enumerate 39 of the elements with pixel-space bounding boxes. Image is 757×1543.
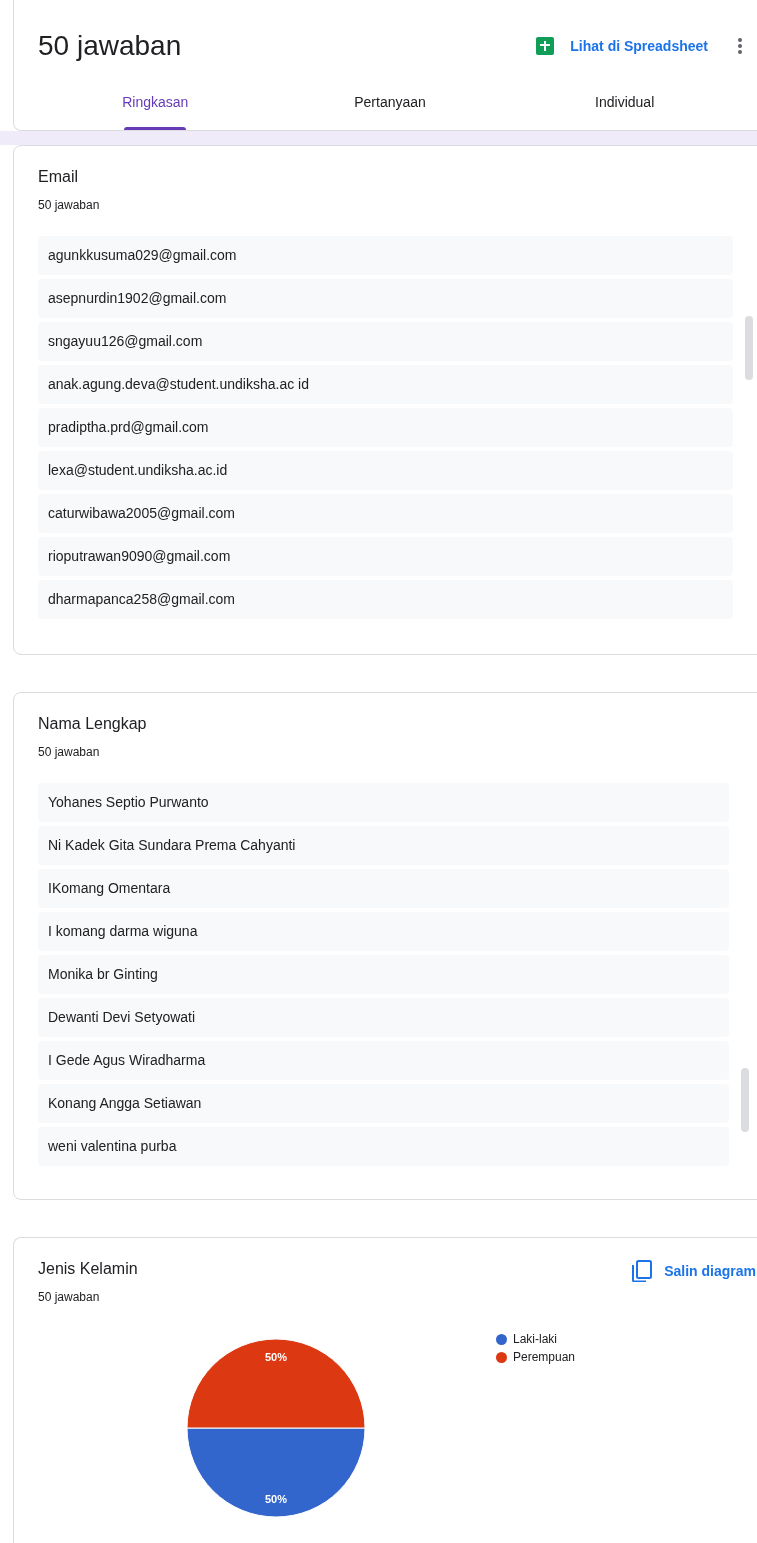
tab[interactable]: Individual (507, 92, 742, 130)
answer-row: dharmapanca258@gmail.com (38, 580, 733, 619)
answer-row: Yohanes Septio Purwanto (38, 783, 729, 822)
slice-label: 50% (265, 1351, 287, 1363)
answer-row: weni valentina purba (38, 1127, 729, 1166)
scrollbar-thumb[interactable] (745, 316, 753, 380)
answer-row: pradiptha.prd@gmail.com (38, 408, 733, 447)
copy-chart-button[interactable]: Salin diagram (632, 1260, 756, 1282)
more-options-icon[interactable] (738, 38, 742, 54)
legend-label: Laki-laki (513, 1332, 557, 1346)
answer-row: agunkkusuma029@gmail.com (38, 236, 733, 275)
copy-icon (632, 1260, 653, 1282)
answer-row: asepnurdin1902@gmail.com (38, 279, 733, 318)
response-count: 50 jawaban (38, 745, 101, 759)
responses-title: 50 jawaban (38, 30, 183, 62)
answer-row: Konang Angga Setiawan (38, 1084, 729, 1123)
scrollbar-thumb[interactable] (741, 1068, 749, 1132)
response-count: 50 jawaban (38, 198, 101, 212)
answer-row: Monika br Ginting (38, 955, 729, 994)
answer-row: anak.agung.deva@student.undiksha.ac id (38, 365, 733, 404)
answer-row: sngayuu126@gmail.com (38, 322, 733, 361)
answer-row: IKomang Omentara (38, 869, 729, 908)
question-title: Email (38, 168, 79, 186)
tab[interactable]: Ringkasan (38, 92, 273, 130)
question-title: Jenis Kelamin (38, 1260, 138, 1278)
answer-row: Dewanti Devi Setyowati (38, 998, 729, 1037)
question-title: Nama Lengkap (38, 715, 148, 733)
answer-row: rioputrawan9090@gmail.com (38, 537, 733, 576)
spreadsheet-icon (536, 37, 555, 55)
answer-row: caturwibawa2005@gmail.com (38, 494, 733, 533)
answer-row: I Gede Agus Wiradharma (38, 1041, 729, 1080)
answer-row: Ni Kadek Gita Sundara Prema Cahyanti (38, 826, 729, 865)
legend-label: Perempuan (513, 1350, 576, 1364)
slice-label: 50% (265, 1493, 287, 1505)
tab[interactable]: Pertanyaan (272, 92, 508, 130)
spreadsheet-link[interactable]: Lihat di Spreadsheet (536, 37, 708, 55)
response-count: 50 jawaban (38, 1290, 101, 1304)
answer-row: lexa@student.undiksha.ac.id (38, 451, 733, 490)
answer-row: I komang darma wiguna (38, 912, 729, 951)
